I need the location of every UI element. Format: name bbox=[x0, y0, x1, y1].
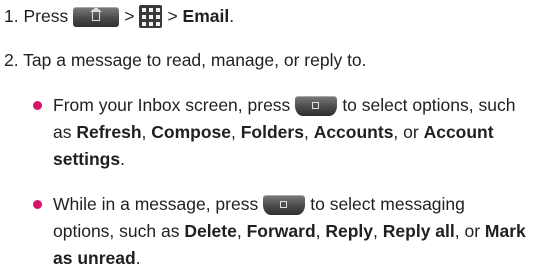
grid-dot bbox=[156, 22, 161, 26]
bullet-1-as: as bbox=[53, 122, 77, 142]
bullet-2-lead: While in a message, press bbox=[53, 194, 259, 214]
grid-dot bbox=[149, 15, 154, 19]
option-account: Account bbox=[423, 122, 494, 142]
bullet-2-line-1: While in a message, press to select messa… bbox=[53, 191, 465, 217]
bullet-dot-1 bbox=[33, 101, 42, 110]
option-reply: Reply bbox=[325, 221, 374, 241]
comma: , bbox=[373, 221, 383, 241]
bullet-2-options-such-as: options, such as bbox=[53, 221, 185, 241]
menu-key-icon bbox=[295, 96, 338, 116]
comma: , bbox=[231, 122, 241, 142]
comma: , bbox=[236, 221, 247, 241]
option-compose: Compose bbox=[151, 122, 231, 142]
grid-dot bbox=[156, 15, 161, 19]
option-reply-all: Reply all bbox=[382, 221, 455, 241]
comma: , bbox=[303, 122, 314, 142]
option-as-unread: as unread bbox=[53, 248, 136, 268]
bullet-1-line-3: settings. bbox=[53, 146, 125, 172]
option-settings: settings bbox=[53, 149, 121, 169]
menu-key-icon bbox=[263, 195, 306, 215]
bullet-1-after-key: to select options, such bbox=[342, 95, 516, 115]
bullet-1-lead: From your Inbox screen, press bbox=[53, 95, 291, 115]
bullet-2-line-2: options, such as Delete, Forward, Reply,… bbox=[53, 218, 526, 244]
grid-dot bbox=[149, 22, 154, 26]
menu-glyph bbox=[280, 201, 288, 208]
bullet-1-line-2: as Refresh, Compose, Folders, Accounts, … bbox=[53, 119, 494, 145]
bullet-1-line-1: From your Inbox screen, press to select o… bbox=[53, 92, 515, 118]
grid-dot bbox=[142, 22, 147, 26]
bullet-2-after-key: to select messaging bbox=[310, 194, 465, 214]
option-forward: Forward bbox=[246, 221, 316, 241]
menu-glyph bbox=[312, 102, 320, 109]
period: . bbox=[135, 248, 141, 268]
option-folders: Folders bbox=[240, 122, 304, 142]
option-delete: Delete bbox=[184, 221, 237, 241]
email-label: Email bbox=[182, 6, 230, 26]
bullet-2-line-3: as unread. bbox=[53, 245, 141, 271]
grid-dot bbox=[156, 8, 161, 12]
bullet-dot-2 bbox=[33, 200, 42, 209]
or-text: , or bbox=[454, 221, 485, 241]
option-refresh: Refresh bbox=[76, 122, 142, 142]
home-key-icon bbox=[73, 7, 120, 27]
comma: , bbox=[141, 122, 152, 142]
home-glyph bbox=[90, 7, 103, 21]
step-1-period: . bbox=[229, 6, 235, 26]
step-1-prefix: 1. Press bbox=[4, 6, 69, 26]
option-accounts: Accounts bbox=[313, 122, 394, 142]
grid-dot bbox=[149, 8, 154, 12]
option-mark: Mark bbox=[484, 221, 526, 241]
step-1-separator-2: > bbox=[167, 6, 183, 26]
period: . bbox=[120, 149, 125, 169]
or-text: , or bbox=[393, 122, 424, 142]
grid-dot bbox=[142, 8, 147, 12]
applications-grid-icon bbox=[139, 5, 163, 28]
step-2: 2. Tap a message to read, manage, or rep… bbox=[4, 50, 367, 70]
grid-dot bbox=[142, 15, 147, 19]
step-1-separator: > bbox=[124, 6, 135, 26]
step-1: 1. Press > > Email. bbox=[4, 3, 234, 29]
comma: , bbox=[315, 221, 326, 241]
